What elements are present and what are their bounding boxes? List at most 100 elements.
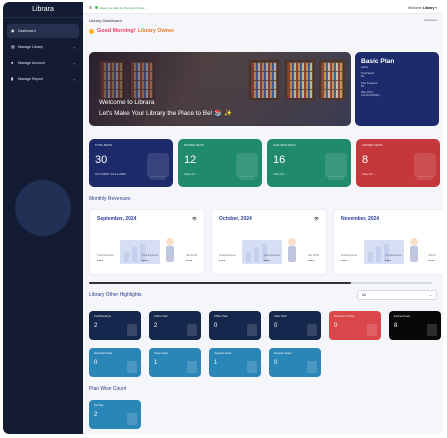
sidebar-item-dashboard[interactable]: ◉ Dashboard (7, 24, 79, 38)
main-content: ≡ Enjoy your plan for the next 15 days W… (83, 2, 443, 434)
page-header: Library Dashboard Dashboard (83, 14, 443, 26)
tile-icon (367, 324, 377, 336)
welcome-prefix: Welcome (407, 5, 423, 10)
revenue-scrollbar[interactable] (89, 282, 432, 284)
chevron-right-icon: › (73, 76, 75, 82)
plan-row: 50 (361, 75, 364, 79)
highlight-tile[interactable]: Upgrade Seats 1 (209, 348, 261, 377)
chevron-down-icon: ▾ (435, 5, 437, 10)
highlight-tile[interactable]: Swap Seats 1 (149, 348, 201, 377)
total-seats-card[interactable]: TOTAL SEATS 30 AS TODAY 04-11-2024 (89, 139, 173, 187)
greeting: Good Morning! Library Owner (83, 26, 443, 36)
sidebar: Librara ◉ Dashboard ▤ Manage Library › ●… (3, 2, 83, 434)
plan-title: Basic Plan (361, 58, 395, 65)
sidebar-decoration (15, 180, 71, 236)
tile-icon (427, 324, 437, 336)
revenue-stats: Total Revenue **** Total Expense **** Net … (341, 254, 436, 263)
plan-wise-tile[interactable]: Full Day 2 (89, 400, 141, 429)
seat-icon (147, 153, 169, 180)
tile-icon (127, 413, 137, 425)
user-icon: ● (11, 60, 14, 65)
revenue-month: November, 2024 (341, 216, 380, 222)
highlight-tile[interactable]: Total Bookings 2 (89, 311, 141, 340)
revenue-card[interactable]: September, 2024 👁 Total Revenue **** Tota… (89, 209, 205, 275)
section-title-plan-wise: Plan Wise Count (89, 386, 127, 392)
tile-icon (307, 361, 317, 373)
seat-icon (414, 153, 436, 180)
highlight-tile[interactable]: Reactive Seats 0 (269, 348, 321, 377)
tile-icon (307, 324, 317, 336)
revenue-month: October, 2024 (219, 216, 252, 222)
tile-icon (127, 361, 137, 373)
banner-title: Welcome to Librara (99, 99, 155, 106)
revenue-illustration (364, 238, 418, 264)
plan-notice: Enjoy your plan for the next 15 days (94, 5, 145, 10)
filter-value: All (362, 293, 366, 297)
welcome-user: Library (422, 5, 435, 10)
seat-icon (325, 153, 347, 180)
revenue-illustration (242, 238, 296, 264)
highlight-tile[interactable]: Expired Seats 8 (389, 311, 441, 340)
seat-cards: TOTAL SEATS 30 AS TODAY 04-11-2024 BOOKE… (89, 139, 441, 187)
highlight-tile[interactable]: Online Paid 2 (149, 311, 201, 340)
revenue-stats: Total Revenue **** Total Expense **** Net … (219, 254, 319, 263)
tile-icon (247, 361, 257, 373)
highlight-tile[interactable]: Expired in 5 Days 0 (329, 311, 381, 340)
highlights-filter-select[interactable]: All ⌄ (357, 290, 437, 300)
sidebar-item-label: Manage Account (18, 61, 45, 65)
booked-seats-card[interactable]: BOOKED SEATS 12 View All → (178, 139, 262, 187)
welcome-banner: Welcome to Librara Let's Make Your Libra… (89, 52, 351, 126)
plan-status: Active (361, 66, 369, 69)
chevron-right-icon: › (73, 60, 75, 66)
sidebar-item-label: Dashboard (18, 29, 36, 33)
expired-seats-card[interactable]: EXPIRED SEATS 8 View All → (356, 139, 440, 187)
section-title-highlights: Library Other Highlights (89, 292, 142, 298)
greeting-text: Good Morning! (97, 28, 136, 34)
user-menu[interactable]: Welcome Library ▾ (408, 6, 437, 10)
chevron-right-icon: › (73, 44, 75, 50)
tile-icon (187, 324, 197, 336)
plan-notice-text: Enjoy your plan for the next 15 days (99, 5, 145, 10)
breadcrumb[interactable]: Dashboard (424, 19, 437, 22)
brand-logo[interactable]: Librara (3, 2, 83, 18)
eye-icon[interactable]: 👁 (192, 216, 197, 221)
sun-icon (89, 28, 94, 34)
plan-row: 120.00 Rs/Mthly (361, 94, 380, 98)
sidebar-item-manage-report[interactable]: ▮ Manage Report › (7, 72, 79, 86)
tile-icon (127, 324, 137, 336)
highlight-tile[interactable]: Extended Seats 0 (89, 348, 141, 377)
sidebar-item-label: Manage Library (18, 45, 43, 49)
page-title: Library Dashboard (89, 17, 122, 23)
book-icon: ▤ (11, 44, 15, 49)
plan-card: Basic Plan Active Total Seats : 50 Plan … (355, 52, 439, 126)
gauge-icon: ◉ (11, 28, 15, 33)
seat-card-label: BOOKED SEATS (184, 144, 205, 147)
seat-card-label: TOTAL SEATS (95, 144, 113, 147)
chevron-down-icon: ⌄ (428, 293, 432, 297)
greeting-owner: Library Owner (137, 28, 175, 34)
scrollbar-thumb[interactable] (89, 282, 351, 284)
section-title-revenues: Monthly Revenues (89, 196, 131, 202)
sidebar-item-manage-account[interactable]: ● Manage Account › (7, 56, 79, 70)
tile-icon (187, 361, 197, 373)
banner-subtitle: Let's Make Your Library the Place to Be!… (99, 110, 232, 117)
menu-icon[interactable]: ≡ (89, 5, 92, 11)
seat-icon (236, 153, 258, 180)
available-seats-card[interactable]: AVAILABLE SEATS 16 View All → (267, 139, 351, 187)
sidebar-item-manage-library[interactable]: ▤ Manage Library › (7, 40, 79, 54)
seat-card-label: EXPIRED SEATS (362, 144, 383, 147)
sidebar-item-label: Manage Report (18, 77, 43, 81)
plan-row: 50 (361, 84, 364, 88)
highlight-tile[interactable]: Offline Paid 0 (209, 311, 261, 340)
topbar: ≡ Enjoy your plan for the next 15 days W… (83, 2, 443, 14)
revenue-card[interactable]: November, 2024 Total Revenue **** Total E… (333, 209, 443, 275)
app-frame: Librara ◉ Dashboard ▤ Manage Library › ●… (3, 2, 443, 434)
revenue-card[interactable]: October, 2024 👁 Total Revenue **** Total … (211, 209, 327, 275)
tile-icon (247, 324, 257, 336)
revenue-stats: Total Revenue **** Total Expense **** Net … (97, 254, 197, 263)
eye-icon[interactable]: 👁 (314, 216, 319, 221)
status-dot-icon (94, 6, 98, 9)
chart-icon: ▮ (11, 76, 14, 81)
highlight-tile[interactable]: Other Paid 0 (269, 311, 321, 340)
revenue-month: September, 2024 (97, 216, 137, 222)
